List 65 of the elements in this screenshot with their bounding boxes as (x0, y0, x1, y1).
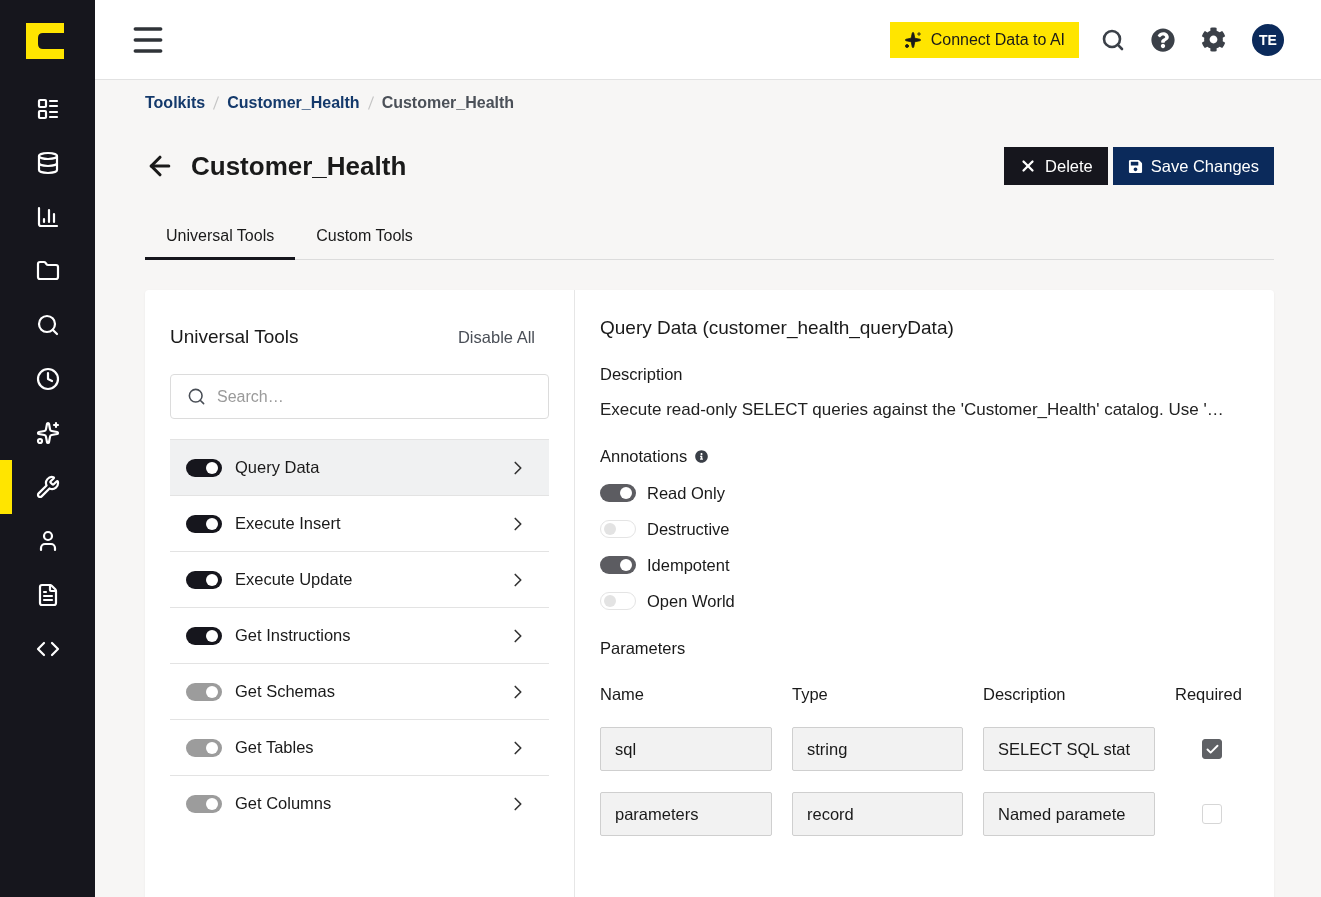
settings-button[interactable] (1201, 27, 1226, 52)
column-header: Type (792, 684, 829, 705)
slash-icon (213, 96, 220, 110)
toggle-switch[interactable] (600, 484, 636, 502)
database-icon (35, 151, 60, 175)
column-header: Required (1175, 684, 1243, 705)
save-button[interactable]: Save Changes (1112, 147, 1274, 185)
toggle-switch[interactable] (186, 626, 222, 645)
connect-button[interactable]: Connect Data to AI (889, 21, 1079, 58)
section-label: Parameters (600, 638, 687, 659)
tool-title: Query Data (customer_health_queryData) (600, 316, 955, 341)
type-input[interactable]: record (792, 792, 963, 836)
tool-list-item[interactable]: Get Instructions (170, 607, 549, 663)
annotation-label: Open World (647, 591, 735, 611)
checkbox[interactable] (1202, 739, 1222, 759)
tab[interactable]: Universal Tools (145, 213, 296, 260)
toggle-switch[interactable] (186, 514, 222, 533)
toggle-switch[interactable] (600, 592, 636, 610)
breadcrumb-link[interactable]: Customer_Health (227, 94, 360, 112)
annotation-label: Idempotent (647, 555, 730, 575)
help-button[interactable] (1151, 27, 1175, 52)
settings-icon (1201, 27, 1226, 52)
search-icon (1101, 27, 1125, 52)
annotation-label: Destructive (647, 519, 730, 539)
toggle-switch[interactable] (600, 520, 636, 538)
section-label: Annotations (600, 446, 688, 467)
annotation-label: Read Only (647, 483, 725, 503)
column-header: Description (983, 684, 1067, 705)
toggle-switch[interactable] (186, 570, 222, 589)
folder-icon (35, 259, 60, 283)
user-avatar[interactable]: TE (1252, 23, 1284, 56)
wrench-icon (35, 475, 60, 499)
breadcrumb-current: Customer_Health (381, 94, 515, 112)
clock-icon (35, 367, 60, 391)
type-input[interactable]: string (792, 727, 963, 771)
info-icon (695, 449, 709, 463)
column-header: Name (600, 684, 645, 705)
delete-button[interactable]: Delete (1004, 147, 1108, 185)
tool-list-item[interactable]: Execute Insert (170, 495, 549, 551)
slash-icon (367, 96, 374, 110)
disable-all-button[interactable]: Disable All (457, 327, 535, 347)
sparkles-icon (903, 30, 922, 49)
bar-chart-icon (35, 205, 60, 229)
panel-title: Universal Tools (170, 326, 299, 348)
name-input[interactable]: sql (600, 727, 772, 771)
logo (25, 23, 64, 59)
tab[interactable]: Custom Tools (295, 213, 434, 260)
section-label: Description (600, 364, 684, 385)
tool-list-item[interactable]: Query Data (170, 439, 549, 495)
description-text: Execute read-only SELECT queries against the 'Customer_Health' catalog. Use '… (600, 399, 1225, 421)
description-input[interactable]: SELECT SQL stat (983, 727, 1155, 771)
list-layout-icon (35, 97, 60, 121)
toggle-switch[interactable] (600, 556, 636, 574)
page-title: Customer_Health (191, 150, 408, 182)
tool-list-item[interactable]: Execute Update (170, 551, 549, 607)
breadcrumb-link[interactable]: Toolkits (145, 94, 206, 112)
sparkles-icon (35, 421, 60, 445)
name-input[interactable]: parameters (600, 792, 772, 836)
search-icon (187, 387, 206, 406)
description-input[interactable]: Named paramete (983, 792, 1155, 836)
search-icon (35, 313, 60, 337)
search-button[interactable] (1101, 27, 1125, 52)
search-field[interactable]: Search… (170, 374, 549, 419)
toggle-switch[interactable] (186, 458, 222, 477)
help-icon (1151, 27, 1175, 52)
